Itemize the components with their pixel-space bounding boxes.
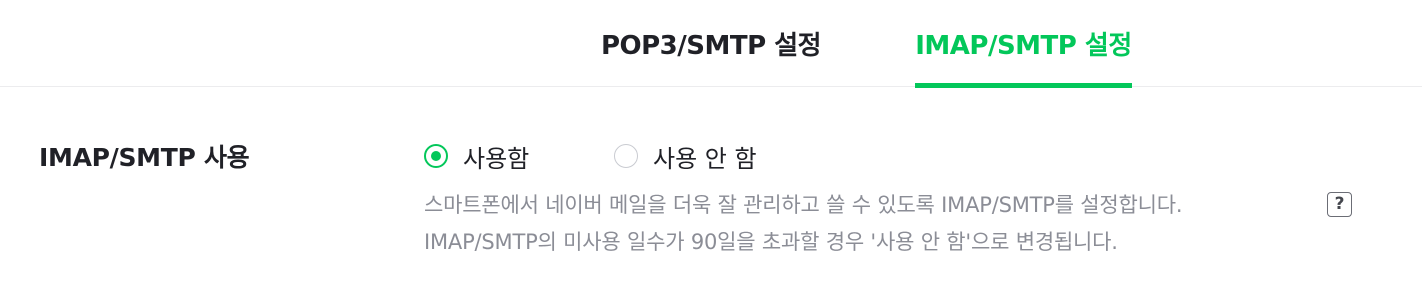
radio-do-not-use-label: 사용 안 함 [653, 144, 757, 173]
tab-pop3-smtp-label: POP3/SMTP 설정 [600, 31, 822, 61]
description-line-1: 스마트폰에서 네이버 메일을 더욱 잘 관리하고 쓸 수 있도록 IMAP/SM… [424, 193, 1183, 217]
help-icon[interactable]: ? [1327, 192, 1352, 217]
tab-imap-smtp-settings[interactable]: IMAP/SMTP 설정 [915, 0, 1132, 88]
radio-use-label: 사용함 [463, 144, 530, 173]
imap-smtp-use-label: IMAP/SMTP 사용 [39, 143, 250, 172]
radio-unselected-icon[interactable] [614, 144, 638, 168]
description-line-2: IMAP/SMTP의 미사용 일수가 90일을 초과할 경우 '사용 안 함'으… [424, 230, 1118, 254]
tab-imap-smtp-label: IMAP/SMTP 설정 [915, 31, 1132, 61]
radio-do-not-use[interactable]: 사용 안 함 [614, 140, 757, 173]
active-tab-indicator [915, 83, 1132, 88]
tab-pop3-smtp-settings[interactable]: POP3/SMTP 설정 [598, 0, 824, 87]
settings-tabs: POP3/SMTP 설정 IMAP/SMTP 설정 [0, 0, 1422, 88]
radio-selected-icon[interactable] [424, 144, 448, 168]
radio-use[interactable]: 사용함 [424, 140, 530, 173]
